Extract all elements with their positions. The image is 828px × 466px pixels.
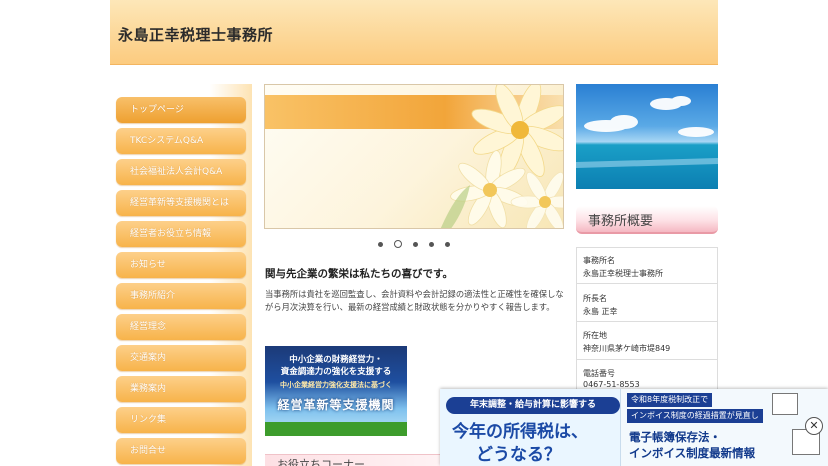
nav-item-links[interactable]: リンク集 xyxy=(116,407,246,433)
info-value: 永島 正幸 xyxy=(583,307,618,316)
intro-paragraph: 当事務所は貴社を巡回監査し、会計資料や会計記録の適法性と正確性を確保しながら月次… xyxy=(265,289,564,312)
info-value: 0467-51-8553 xyxy=(583,380,640,389)
info-label: 所在地 xyxy=(583,331,607,340)
tax-ad-banner[interactable]: 年末調整・給与計算に影響する 今年の所得税は、 どうなる？ 令和8年度税制改正で… xyxy=(440,389,828,466)
nav-item-welfare-qa[interactable]: 社会福祉法人会計Q&A xyxy=(116,159,246,185)
nav-item-office-intro[interactable]: 事務所紹介 xyxy=(116,283,246,309)
lead-heading: 関与先企業の繁栄は私たちの喜びです。 xyxy=(265,268,453,280)
ad-headline-2: どうなる？ xyxy=(476,445,561,465)
ad-left-panel: 年末調整・給与計算に影響する 今年の所得税は、 どうなる？ xyxy=(440,389,620,466)
slideshow-pagination xyxy=(372,238,462,252)
info-value: 神奈川県茅ケ崎市堤849 xyxy=(583,344,671,353)
document-icon xyxy=(772,393,798,415)
nav-item-news[interactable]: お知らせ xyxy=(116,252,246,278)
ad-right-line-2: インボイス制度最新情報 xyxy=(629,446,756,460)
ad-pill: 年末調整・給与計算に影響する xyxy=(446,397,620,414)
site-title[interactable]: 永島正幸税理士事務所 xyxy=(118,24,273,45)
nav-item-tkc-qa[interactable]: TKCシステムQ&A xyxy=(116,128,246,154)
slide-dot-3[interactable] xyxy=(413,242,418,247)
cloud-illustration xyxy=(576,96,718,168)
office-info-table: 事務所名 永島正幸税理士事務所 所長名 永島 正幸 所在地 神奈川県茅ケ崎市堤8… xyxy=(576,247,718,397)
ad-tag-2: インボイス制度の経過措置が見直し xyxy=(627,409,763,423)
info-value: 永島正幸税理士事務所 xyxy=(583,269,663,278)
hero-slideshow-image xyxy=(264,84,564,229)
ad-headline-1: 今年の所得税は、 xyxy=(452,422,588,442)
sidebar-nav: トップページ TKCシステムQ&A 社会福祉法人会計Q&A 経営革新等支援機関と… xyxy=(110,84,252,466)
slide-dot-1[interactable] xyxy=(378,242,383,247)
sea-photo xyxy=(576,84,718,189)
info-label: 事務所名 xyxy=(583,256,615,265)
office-overview-heading: 事務所概要 xyxy=(576,206,718,234)
flower-illustration xyxy=(440,85,563,228)
info-row-address: 所在地 神奈川県茅ケ崎市堤849 xyxy=(577,322,717,360)
info-label: 電話番号 xyxy=(583,369,615,378)
banner-line-1: 中小企業の財務経営力・ xyxy=(289,355,383,365)
banner-grass xyxy=(265,422,407,436)
banner-line-2: 資金調達力の強化を支援する xyxy=(280,367,392,377)
banner-line-4: 経営革新等支援機関 xyxy=(277,398,395,412)
support-agency-banner[interactable]: 中小企業の財務経営力・ 資金調達力の強化を支援する 中小企業経営力強化支援法に基… xyxy=(265,346,407,436)
slide-dot-4[interactable] xyxy=(429,242,434,247)
info-label: 所長名 xyxy=(583,294,607,303)
nav-item-top-page[interactable]: トップページ xyxy=(116,97,246,123)
nav-item-access[interactable]: 交通案内 xyxy=(116,345,246,371)
nav-item-contact[interactable]: お問合せ xyxy=(116,438,246,464)
banner-line-3: 中小企業経営力強化支援法に基づく xyxy=(280,381,392,389)
close-icon[interactable]: ✕ xyxy=(805,417,823,435)
slide-dot-5[interactable] xyxy=(445,242,450,247)
info-row-director: 所長名 永島 正幸 xyxy=(577,284,717,322)
nav-item-manager-info[interactable]: 経営者お役立ち情報 xyxy=(116,221,246,247)
ad-right-line-1: 電子帳簿保存法・ xyxy=(629,430,721,444)
nav-item-philosophy[interactable]: 経営理念 xyxy=(116,314,246,340)
nav-item-services[interactable]: 業務案内 xyxy=(116,376,246,402)
ad-tag-1: 令和8年度税制改正で xyxy=(627,393,713,407)
site-header: 永島正幸税理士事務所 xyxy=(110,0,718,65)
office-overview-title: 事務所概要 xyxy=(588,214,654,229)
nav-item-support-agency[interactable]: 経営革新等支援機関とは xyxy=(116,190,246,216)
info-row-office-name: 事務所名 永島正幸税理士事務所 xyxy=(577,248,717,284)
useful-corner-heading: お役立ちコーナー xyxy=(277,458,365,466)
slide-dot-2-active[interactable] xyxy=(394,240,402,248)
